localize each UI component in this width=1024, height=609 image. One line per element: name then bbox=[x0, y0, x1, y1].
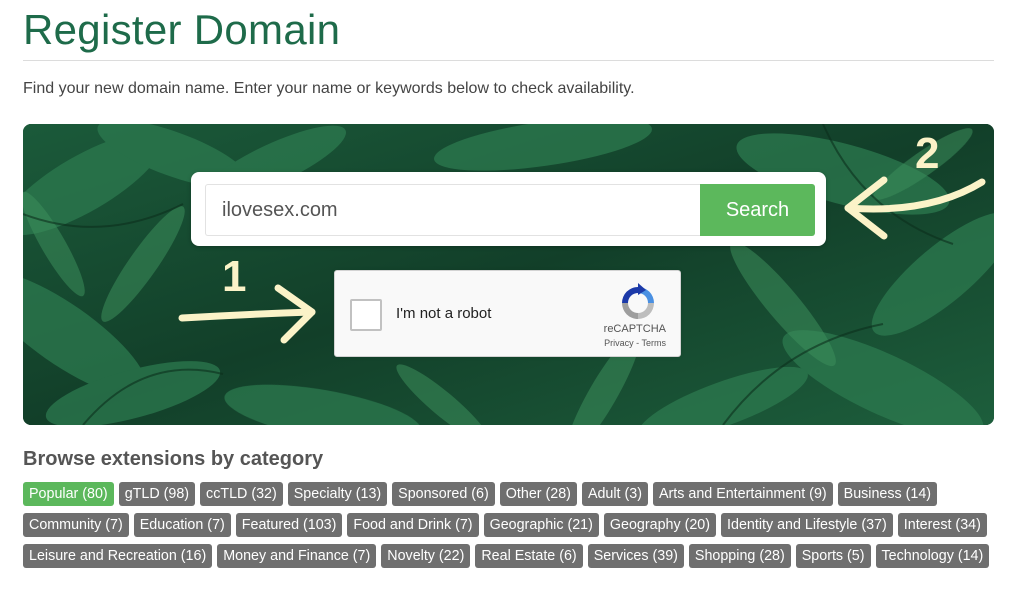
category-tag[interactable]: Services (39) bbox=[587, 544, 684, 568]
search-button[interactable]: Search bbox=[700, 184, 815, 236]
recaptcha-icon bbox=[622, 283, 654, 319]
category-tag[interactable]: Popular (80) bbox=[23, 482, 114, 506]
category-tag[interactable]: Geographic (21) bbox=[483, 513, 599, 537]
category-tag[interactable]: Geography (20) bbox=[603, 513, 717, 537]
category-tag-list: Popular (80) gTLD (98) ccTLD (32) Specialty… bbox=[23, 482, 1013, 568]
recaptcha-checkbox[interactable] bbox=[350, 299, 382, 331]
recaptcha-widget: I'm not a robot reCAPTCHA Privacy - Term… bbox=[334, 270, 681, 357]
domain-search-box: Search bbox=[191, 172, 826, 246]
category-tag[interactable]: Shopping (28) bbox=[688, 544, 791, 568]
category-tag[interactable]: Technology (14) bbox=[875, 544, 990, 568]
category-tag[interactable]: Featured (103) bbox=[235, 513, 343, 537]
category-tag[interactable]: Arts and Entertainment (9) bbox=[652, 482, 833, 506]
category-tag[interactable]: Community (7) bbox=[23, 513, 129, 537]
category-tag[interactable]: Other (28) bbox=[499, 482, 577, 506]
category-tag[interactable]: Money and Finance (7) bbox=[217, 544, 377, 568]
recaptcha-label: I'm not a robot bbox=[396, 305, 492, 322]
category-tag[interactable]: Sports (5) bbox=[795, 544, 871, 568]
category-tag[interactable]: ccTLD (32) bbox=[200, 482, 283, 506]
category-tag[interactable]: Leisure and Recreation (16) bbox=[23, 544, 213, 568]
recaptcha-privacy-terms[interactable]: Privacy - Terms bbox=[604, 338, 666, 348]
category-tag[interactable]: Adult (3) bbox=[581, 482, 648, 506]
category-tag[interactable]: Identity and Lifestyle (37) bbox=[721, 513, 893, 537]
category-tag[interactable]: Sponsored (6) bbox=[392, 482, 495, 506]
title-divider bbox=[23, 60, 994, 61]
category-tag[interactable]: Real Estate (6) bbox=[475, 544, 583, 568]
domain-search-input[interactable] bbox=[205, 184, 701, 236]
browse-extensions-heading: Browse extensions by category bbox=[23, 448, 324, 470]
category-tag[interactable]: gTLD (98) bbox=[118, 482, 196, 506]
category-tag[interactable]: Education (7) bbox=[133, 513, 231, 537]
recaptcha-brand: reCAPTCHA bbox=[603, 323, 666, 335]
category-tag[interactable]: Specialty (13) bbox=[287, 482, 388, 506]
category-tag[interactable]: Novelty (22) bbox=[381, 544, 471, 568]
category-tag[interactable]: Interest (34) bbox=[897, 513, 987, 537]
category-tag[interactable]: Food and Drink (7) bbox=[347, 513, 479, 537]
intro-text: Find your new domain name. Enter your na… bbox=[23, 80, 635, 97]
category-tag[interactable]: Business (14) bbox=[837, 482, 938, 506]
page-title: Register Domain bbox=[23, 6, 341, 53]
